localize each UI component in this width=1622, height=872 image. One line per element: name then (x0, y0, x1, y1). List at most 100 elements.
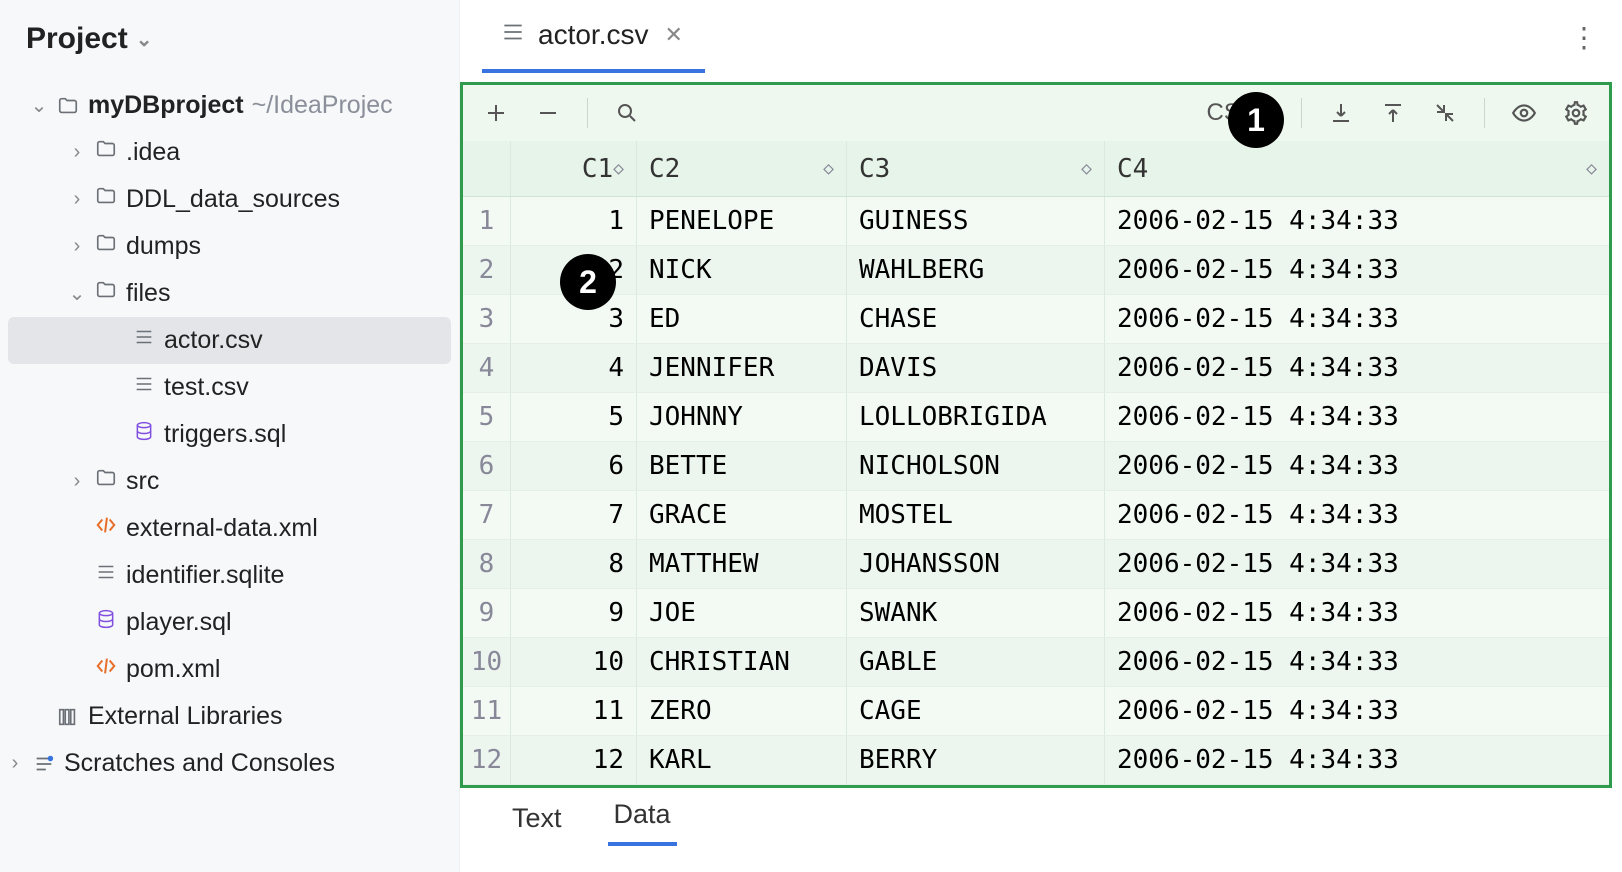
cell-c1[interactable]: 6 (511, 442, 637, 490)
collapse-button[interactable] (1428, 96, 1462, 130)
cell-c2[interactable]: PENELOPE (637, 197, 847, 245)
cell-c3[interactable]: JOHANSSON (847, 540, 1105, 588)
grid-corner[interactable] (463, 141, 511, 196)
cell-c1[interactable]: 8 (511, 540, 637, 588)
cell-c3[interactable]: WAHLBERG (847, 246, 1105, 294)
cell-c2[interactable]: NICK (637, 246, 847, 294)
cell-c4[interactable]: 2006-02-15 4:34:33 (1105, 197, 1609, 245)
editor-tab-actor-csv[interactable]: actor.csv ✕ (482, 1, 705, 73)
cell-c2[interactable]: MATTHEW (637, 540, 847, 588)
cell-c3[interactable]: NICHOLSON (847, 442, 1105, 490)
cell-c1[interactable]: 10 (511, 638, 637, 686)
tree-item[interactable]: ›triggers.sql (0, 411, 459, 458)
cell-c3[interactable]: SWANK (847, 589, 1105, 637)
tab-bar-menu[interactable]: ⋮ (1570, 21, 1600, 54)
view-options-button[interactable] (1507, 96, 1541, 130)
cell-c4[interactable]: 2006-02-15 4:34:33 (1105, 442, 1609, 490)
tree-item[interactable]: ›src (0, 458, 459, 505)
tree-item[interactable]: ›.idea (0, 129, 459, 176)
view-tab-text[interactable]: Text (506, 793, 568, 846)
column-header-c3[interactable]: C3◇ (847, 141, 1105, 196)
settings-button[interactable] (1559, 96, 1593, 130)
table-row[interactable]: 1111ZEROCAGE2006-02-15 4:34:33 (463, 687, 1609, 736)
cell-c2[interactable]: JOHNNY (637, 393, 847, 441)
chevron-right-icon[interactable]: › (62, 235, 92, 258)
row-gutter[interactable]: 7 (463, 491, 511, 539)
table-row[interactable]: 88MATTHEWJOHANSSON2006-02-15 4:34:33 (463, 540, 1609, 589)
row-gutter[interactable]: 8 (463, 540, 511, 588)
chevron-right-icon[interactable]: › (62, 470, 92, 493)
cell-c4[interactable]: 2006-02-15 4:34:33 (1105, 246, 1609, 294)
cell-c1[interactable]: 5 (511, 393, 637, 441)
cell-c4[interactable]: 2006-02-15 4:34:33 (1105, 344, 1609, 392)
tree-item[interactable]: ›pom.xml (0, 646, 459, 693)
tree-item[interactable]: ›DDL_data_sources (0, 176, 459, 223)
tree-root[interactable]: ⌄ myDBproject ~/IdeaProjec (0, 82, 459, 129)
cell-c4[interactable]: 2006-02-15 4:34:33 (1105, 638, 1609, 686)
remove-row-button[interactable] (531, 96, 565, 130)
tree-item[interactable]: ⌄files (0, 270, 459, 317)
table-row[interactable]: 55JOHNNYLOLLOBRIGIDA2006-02-15 4:34:33 (463, 393, 1609, 442)
tree-item[interactable]: ›dumps (0, 223, 459, 270)
chevron-right-icon[interactable]: › (0, 752, 30, 775)
cell-c4[interactable]: 2006-02-15 4:34:33 (1105, 687, 1609, 735)
column-header-c1[interactable]: C1◇ (511, 141, 637, 196)
chevron-down-icon[interactable]: ⌄ (24, 93, 54, 118)
cell-c2[interactable]: BETTE (637, 442, 847, 490)
table-row[interactable]: 33EDCHASE2006-02-15 4:34:33 (463, 295, 1609, 344)
chevron-right-icon[interactable]: › (62, 188, 92, 211)
column-header-c2[interactable]: C2◇ (637, 141, 847, 196)
chevron-right-icon[interactable]: › (62, 141, 92, 164)
import-button[interactable] (1324, 96, 1358, 130)
tree-item[interactable]: ›test.csv (0, 364, 459, 411)
search-button[interactable] (610, 96, 644, 130)
tree-item[interactable]: ›identifier.sqlite (0, 552, 459, 599)
view-tab-data[interactable]: Data (608, 789, 677, 846)
cell-c1[interactable]: 4 (511, 344, 637, 392)
row-gutter[interactable]: 10 (463, 638, 511, 686)
row-gutter[interactable]: 12 (463, 736, 511, 784)
table-row[interactable]: 44JENNIFERDAVIS2006-02-15 4:34:33 (463, 344, 1609, 393)
cell-c3[interactable]: BERRY (847, 736, 1105, 784)
row-gutter[interactable]: 11 (463, 687, 511, 735)
table-row[interactable]: 11PENELOPEGUINESS2006-02-15 4:34:33 (463, 197, 1609, 246)
table-row[interactable]: 1010CHRISTIANGABLE2006-02-15 4:34:33 (463, 638, 1609, 687)
tree-external-libraries[interactable]: › External Libraries (0, 693, 459, 740)
row-gutter[interactable]: 3 (463, 295, 511, 343)
close-tab-icon[interactable]: ✕ (660, 22, 686, 48)
cell-c4[interactable]: 2006-02-15 4:34:33 (1105, 589, 1609, 637)
table-row[interactable]: 1212KARLBERRY2006-02-15 4:34:33 (463, 736, 1609, 785)
cell-c1[interactable]: 9 (511, 589, 637, 637)
cell-c1[interactable]: 11 (511, 687, 637, 735)
cell-c3[interactable]: CAGE (847, 687, 1105, 735)
cell-c1[interactable]: 7 (511, 491, 637, 539)
cell-c2[interactable]: ZERO (637, 687, 847, 735)
chevron-down-icon[interactable]: ⌄ (62, 281, 92, 306)
tree-item[interactable]: ›actor.csv (8, 317, 451, 364)
cell-c1[interactable]: 1 (511, 197, 637, 245)
tree-item[interactable]: ›external-data.xml (0, 505, 459, 552)
add-row-button[interactable] (479, 96, 513, 130)
cell-c2[interactable]: CHRISTIAN (637, 638, 847, 686)
cell-c2[interactable]: JOE (637, 589, 847, 637)
row-gutter[interactable]: 5 (463, 393, 511, 441)
cell-c4[interactable]: 2006-02-15 4:34:33 (1105, 491, 1609, 539)
export-button[interactable] (1376, 96, 1410, 130)
tree-scratches[interactable]: › Scratches and Consoles (0, 740, 459, 787)
table-row[interactable]: 66BETTENICHOLSON2006-02-15 4:34:33 (463, 442, 1609, 491)
cell-c2[interactable]: JENNIFER (637, 344, 847, 392)
cell-c2[interactable]: KARL (637, 736, 847, 784)
cell-c3[interactable]: GABLE (847, 638, 1105, 686)
row-gutter[interactable]: 2 (463, 246, 511, 294)
cell-c4[interactable]: 2006-02-15 4:34:33 (1105, 295, 1609, 343)
cell-c4[interactable]: 2006-02-15 4:34:33 (1105, 393, 1609, 441)
table-row[interactable]: 22NICKWAHLBERG2006-02-15 4:34:33 (463, 246, 1609, 295)
cell-c4[interactable]: 2006-02-15 4:34:33 (1105, 540, 1609, 588)
row-gutter[interactable]: 6 (463, 442, 511, 490)
table-row[interactable]: 99JOESWANK2006-02-15 4:34:33 (463, 589, 1609, 638)
column-header-c4[interactable]: C4◇ (1105, 141, 1609, 196)
project-header[interactable]: Project ⌄ (0, 0, 459, 74)
cell-c3[interactable]: CHASE (847, 295, 1105, 343)
cell-c4[interactable]: 2006-02-15 4:34:33 (1105, 736, 1609, 784)
table-row[interactable]: 77GRACEMOSTEL2006-02-15 4:34:33 (463, 491, 1609, 540)
